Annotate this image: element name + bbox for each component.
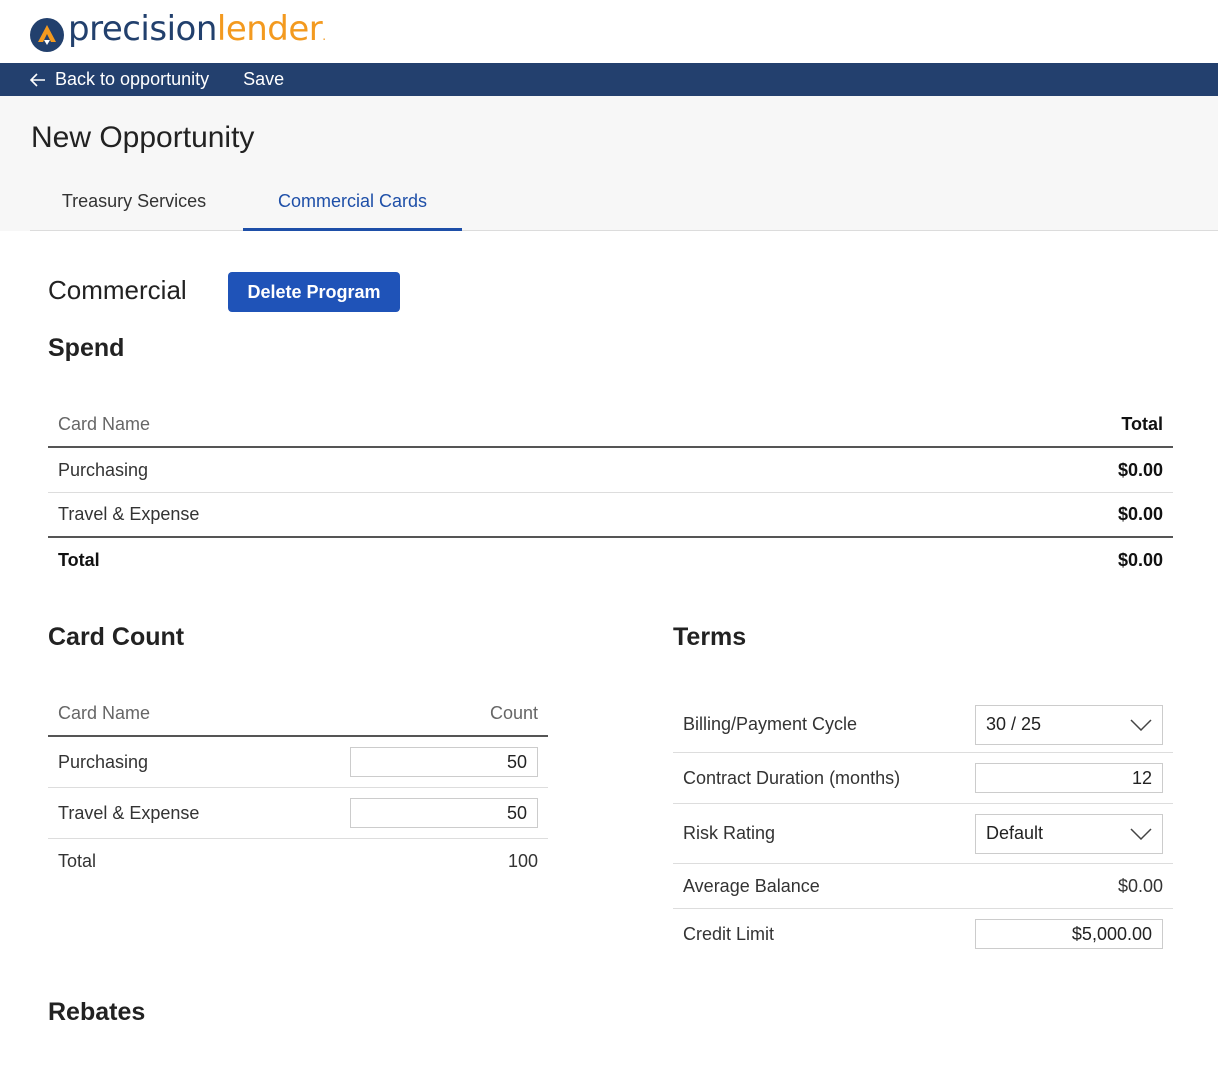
risk-rating-row: Risk Rating Default bbox=[673, 804, 1173, 864]
average-balance-label: Average Balance bbox=[683, 875, 820, 896]
delete-program-button[interactable]: Delete Program bbox=[228, 272, 400, 312]
logo-wordmark: precisionlender. bbox=[68, 12, 326, 53]
total-label: Total bbox=[58, 851, 97, 871]
card-name-cell: Travel & Expense bbox=[58, 504, 200, 524]
total-count-value: 100 bbox=[507, 851, 538, 871]
back-to-opportunity-link[interactable]: Back to opportunity bbox=[30, 69, 209, 90]
total-value: $0.00 bbox=[1117, 550, 1163, 570]
billing-cycle-row: Billing/Payment Cycle 30 / 25 bbox=[673, 697, 1173, 753]
logo-text-lender: lender bbox=[216, 9, 323, 49]
table-row: Purchasing 50 bbox=[48, 737, 548, 788]
total-cell: $0.00 bbox=[1117, 504, 1163, 524]
contract-duration-input[interactable]: 12 bbox=[975, 763, 1163, 793]
billing-cycle-value: 30 / 25 bbox=[986, 714, 1042, 734]
table-row: Travel & Expense 50 bbox=[48, 788, 548, 839]
total-cell: $0.00 bbox=[1117, 459, 1163, 480]
card-name-cell: Purchasing bbox=[58, 459, 149, 480]
table-total-row: Total $0.00 bbox=[48, 538, 1173, 583]
save-button[interactable]: Save bbox=[243, 69, 284, 90]
spend-table: Card Name Total Purchasing $0.00 Travel … bbox=[48, 402, 1173, 583]
purchasing-count-input[interactable]: 50 bbox=[350, 747, 538, 777]
page-title: New Opportunity bbox=[31, 121, 255, 154]
column-header-card-name: Card Name bbox=[58, 413, 151, 434]
logo-bar: precisionlender. bbox=[0, 0, 1218, 63]
billing-cycle-select[interactable]: 30 / 25 bbox=[975, 704, 1163, 745]
logo-text-precision: precision bbox=[68, 9, 217, 49]
table-header-row: Card Name Total bbox=[48, 402, 1173, 448]
card-name-cell: Purchasing bbox=[58, 751, 149, 772]
table-total-row: Total 100 bbox=[48, 839, 548, 884]
terms-table: Billing/Payment Cycle 30 / 25 Contract D… bbox=[673, 697, 1173, 959]
spend-heading: Spend bbox=[48, 334, 125, 362]
card-count-heading: Card Count bbox=[48, 623, 185, 651]
back-label: Back to opportunity bbox=[55, 69, 210, 89]
table-header-row: Card Name Count bbox=[48, 691, 548, 737]
program-title: Commercial bbox=[48, 275, 187, 305]
risk-rating-value: Default bbox=[986, 823, 1044, 843]
tab-treasury-services[interactable]: Treasury Services bbox=[30, 186, 238, 230]
logo-mark-icon bbox=[30, 17, 64, 52]
arrow-left-icon bbox=[30, 72, 45, 87]
card-count-table: Card Name Count Purchasing 50 Travel & E… bbox=[48, 691, 548, 884]
credit-limit-input[interactable]: $5,000.00 bbox=[975, 919, 1163, 949]
credit-limit-row: Credit Limit $5,000.00 bbox=[673, 909, 1173, 959]
top-navbar: Back to opportunity Save bbox=[0, 63, 1218, 96]
terms-heading: Terms bbox=[673, 623, 747, 651]
logo-dot: . bbox=[322, 29, 326, 43]
precisionlender-logo[interactable]: precisionlender. bbox=[30, 12, 326, 53]
billing-cycle-label: Billing/Payment Cycle bbox=[683, 714, 858, 734]
tab-bar: Treasury Services Commercial Cards bbox=[30, 186, 1218, 231]
card-name-cell: Travel & Expense bbox=[58, 802, 200, 823]
contract-duration-row: Contract Duration (months) 12 bbox=[673, 753, 1173, 804]
contract-duration-label: Contract Duration (months) bbox=[683, 767, 901, 788]
column-header-card-name: Card Name bbox=[58, 702, 151, 723]
table-row: Travel & Expense $0.00 bbox=[48, 493, 1173, 538]
column-header-count: Count bbox=[489, 702, 538, 723]
credit-limit-label: Credit Limit bbox=[683, 923, 775, 944]
risk-rating-label: Risk Rating bbox=[683, 823, 776, 843]
tab-commercial-cards[interactable]: Commercial Cards bbox=[243, 186, 462, 231]
chevron-down-icon bbox=[1130, 827, 1152, 840]
travel-expense-count-input[interactable]: 50 bbox=[350, 798, 538, 828]
chevron-down-icon bbox=[1130, 718, 1152, 731]
risk-rating-select[interactable]: Default bbox=[975, 813, 1163, 854]
average-balance-value: $0.00 bbox=[1117, 875, 1163, 896]
column-header-total: Total bbox=[1121, 413, 1163, 434]
total-label: Total bbox=[58, 550, 100, 570]
rebates-heading: Rebates bbox=[48, 998, 146, 1026]
table-row: Purchasing $0.00 bbox=[48, 448, 1173, 493]
average-balance-row: Average Balance $0.00 bbox=[673, 864, 1173, 909]
page-header: New Opportunity Treasury Services Commer… bbox=[0, 96, 1218, 231]
